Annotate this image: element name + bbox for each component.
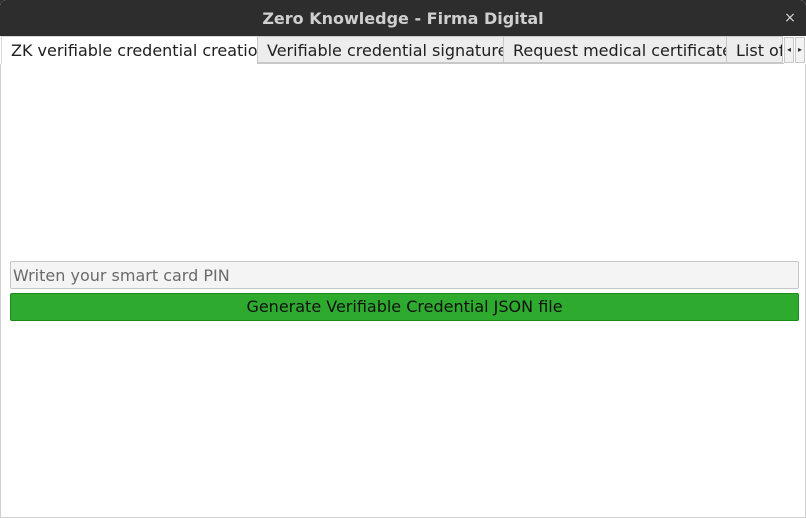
window-title: Zero Knowledge - Firma Digital [262, 9, 544, 28]
app-window: Zero Knowledge - Firma Digital × ZK veri… [0, 0, 806, 518]
title-bar[interactable]: Zero Knowledge - Firma Digital × [0, 0, 806, 36]
tab-zk-credential-creation[interactable]: ZK verifiable credential creation [1, 36, 258, 64]
tab-list-of[interactable]: List of [727, 36, 783, 63]
tab-content-panel: Generate Verifiable Credential JSON file [0, 64, 806, 518]
generate-credential-button[interactable]: Generate Verifiable Credential JSON file [10, 293, 799, 321]
tab-bar: ZK verifiable credential creation Verifi… [0, 36, 806, 64]
tab-scroll-right-icon[interactable]: ▸ [795, 37, 805, 63]
tab-request-medical-certificate[interactable]: Request medical certificate [504, 36, 727, 63]
close-icon[interactable]: × [782, 9, 798, 27]
tab-credential-signature[interactable]: Verifiable credential signature [258, 36, 504, 63]
tab-scroll-left-icon[interactable]: ◂ [784, 37, 794, 63]
smart-card-pin-input[interactable] [10, 261, 799, 289]
